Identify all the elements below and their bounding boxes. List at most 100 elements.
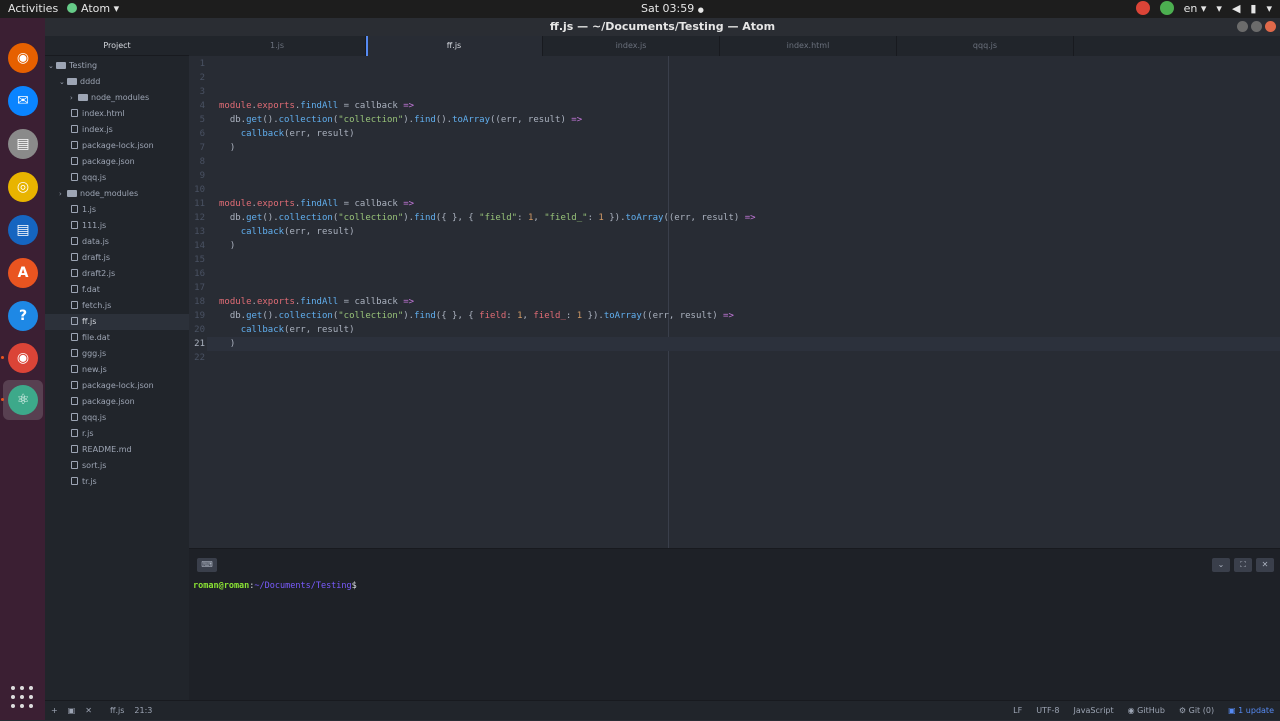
tab-ff-js[interactable]: ff.js bbox=[366, 36, 543, 56]
code-line[interactable]: db.get().collection("collection").find()… bbox=[219, 113, 582, 127]
terminal-close-icon[interactable]: ✕ bbox=[1256, 558, 1274, 572]
dock-item-software-center[interactable]: A bbox=[3, 253, 43, 293]
tree-file[interactable]: index.js bbox=[45, 122, 189, 138]
activities-button[interactable]: Activities bbox=[8, 2, 58, 15]
encoding-selector[interactable]: UTF-8 bbox=[1036, 701, 1059, 721]
tree-file[interactable]: f.dat bbox=[45, 282, 189, 298]
tree-item-label: 111.js bbox=[82, 221, 107, 230]
minimize-window-icon[interactable] bbox=[1237, 21, 1248, 32]
add-icon[interactable]: + bbox=[51, 701, 58, 721]
code-line[interactable]: callback(err, result) bbox=[219, 127, 355, 141]
tree-folder[interactable]: › node_modules bbox=[45, 186, 189, 202]
code-token: collection bbox=[278, 115, 333, 125]
tree-folder[interactable]: › node_modules bbox=[45, 90, 189, 106]
tree-file[interactable]: index.html bbox=[45, 106, 189, 122]
status-cursor-position[interactable]: 21:3 bbox=[134, 701, 152, 721]
tree-file[interactable]: package-lock.json bbox=[45, 378, 189, 394]
dock-item-firefox[interactable]: ◉ bbox=[3, 38, 43, 78]
tree-file[interactable]: ggg.js bbox=[45, 346, 189, 362]
tree-file[interactable]: package.json bbox=[45, 394, 189, 410]
clock[interactable]: Sat 03:59 ● bbox=[641, 2, 704, 15]
chevron-right-icon: › bbox=[70, 94, 73, 102]
volume-icon[interactable]: ◀ bbox=[1232, 2, 1240, 15]
tree-item-label: README.md bbox=[82, 445, 132, 454]
tab-qqq-js[interactable]: qqq.js bbox=[897, 36, 1074, 56]
code-line[interactable]: db.get().collection("collection").find({… bbox=[219, 211, 756, 225]
line-ending-selector[interactable]: LF bbox=[1013, 701, 1022, 721]
tree-file[interactable]: new.js bbox=[45, 362, 189, 378]
tree-file[interactable]: fetch.js bbox=[45, 298, 189, 314]
code-line[interactable]: db.get().collection("collection").find({… bbox=[219, 309, 734, 323]
terminal-icon[interactable]: ⌨ bbox=[197, 558, 217, 572]
tree-folder[interactable]: ⌄ dddd bbox=[45, 74, 189, 90]
code-line[interactable]: ) bbox=[219, 337, 235, 351]
tab-1-js[interactable]: 1.js bbox=[189, 36, 366, 56]
wifi-icon[interactable]: ▾ bbox=[1216, 2, 1222, 15]
tree-file[interactable]: tr.js bbox=[45, 474, 189, 490]
new-terminal-icon[interactable]: ▣ bbox=[68, 701, 76, 721]
updates-button[interactable]: ▣ 1 update bbox=[1228, 701, 1274, 721]
tree-file[interactable]: draft2.js bbox=[45, 266, 189, 282]
check-indicator-icon[interactable] bbox=[1159, 1, 1174, 15]
tree-file[interactable]: r.js bbox=[45, 426, 189, 442]
line-number: 1 bbox=[199, 59, 205, 69]
tab-index-js[interactable]: index.js bbox=[543, 36, 720, 56]
dock-item-files[interactable]: ▤ bbox=[3, 124, 43, 164]
battery-icon[interactable]: ▮ bbox=[1250, 2, 1256, 15]
language-selector[interactable]: en ▾ bbox=[1184, 2, 1207, 15]
tree-file[interactable]: file.dat bbox=[45, 330, 189, 346]
show-applications-icon[interactable] bbox=[11, 686, 33, 708]
window-controls bbox=[1237, 21, 1276, 32]
code-line[interactable]: callback(err, result) bbox=[219, 225, 355, 239]
terminal-hide-icon[interactable]: ⌄ bbox=[1212, 558, 1230, 572]
file-icon bbox=[71, 269, 78, 277]
file-icon bbox=[71, 429, 78, 437]
code-token: exports bbox=[256, 297, 295, 307]
terminal-panel[interactable]: ⌨ ⌄ ⛶ ✕ roman@roman:~/Documents/Testing$ bbox=[189, 548, 1280, 700]
code-line[interactable]: module.exports.findAll = callback => bbox=[219, 197, 414, 211]
tree-file[interactable]: ff.js bbox=[45, 314, 189, 330]
tree-file[interactable]: 1.js bbox=[45, 202, 189, 218]
github-button[interactable]: ◉ GitHub bbox=[1128, 701, 1165, 721]
project-panel-header[interactable]: Project bbox=[45, 36, 189, 56]
power-menu-icon[interactable]: ▾ bbox=[1266, 2, 1272, 15]
dock-item-help[interactable]: ? bbox=[3, 296, 43, 336]
dock-item-thunderbird[interactable]: ✉ bbox=[3, 81, 43, 121]
dock: ◉ ✉ ▤ ◎ ▤ A? ◉ ⚛ bbox=[0, 18, 45, 720]
dock-item-chrome[interactable]: ◉ bbox=[3, 338, 43, 378]
code-line[interactable]: callback(err, result) bbox=[219, 323, 355, 337]
grammar-selector[interactable]: JavaScript bbox=[1074, 701, 1114, 721]
tree-file[interactable]: data.js bbox=[45, 234, 189, 250]
maximize-window-icon[interactable] bbox=[1251, 21, 1262, 32]
tree-folder[interactable]: ⌄ Testing bbox=[45, 58, 189, 74]
dock-item-rhythmbox[interactable]: ◎ bbox=[3, 167, 43, 207]
tree-file[interactable]: sort.js bbox=[45, 458, 189, 474]
code-token: exports bbox=[256, 199, 295, 209]
git-button[interactable]: ⚙ Git (0) bbox=[1179, 701, 1214, 721]
tree-file[interactable]: draft.js bbox=[45, 250, 189, 266]
dock-item-atom[interactable]: ⚛ bbox=[3, 380, 43, 420]
code-line[interactable]: module.exports.findAll = callback => bbox=[219, 295, 414, 309]
status-file-name[interactable]: ff.js bbox=[110, 701, 124, 721]
tree-file[interactable]: qqq.js bbox=[45, 410, 189, 426]
app-menu[interactable]: Atom ▾ bbox=[67, 2, 119, 15]
code-editor[interactable]: 1 2 3 4 module.exports.findAll = callback =>… bbox=[189, 56, 1280, 548]
tab-index-html[interactable]: index.html bbox=[720, 36, 897, 56]
close-window-icon[interactable] bbox=[1265, 21, 1276, 32]
code-line[interactable]: ) bbox=[219, 239, 235, 253]
tree-file[interactable]: package-lock.json bbox=[45, 138, 189, 154]
line-number: 8 bbox=[199, 157, 205, 167]
terminal-maximize-icon[interactable]: ⛶ bbox=[1234, 558, 1252, 572]
tree-file[interactable]: 111.js bbox=[45, 218, 189, 234]
tree-file[interactable]: package.json bbox=[45, 154, 189, 170]
code-token: db. bbox=[219, 311, 247, 321]
dock-item-libreoffice-writer[interactable]: ▤ bbox=[3, 210, 43, 250]
code-line[interactable]: module.exports.findAll = callback => bbox=[219, 99, 414, 113]
code-line[interactable]: ) bbox=[219, 141, 235, 155]
code-token: ). bbox=[403, 213, 415, 223]
chrome-indicator-icon[interactable] bbox=[1135, 1, 1150, 15]
tree-file[interactable]: qqq.js bbox=[45, 170, 189, 186]
code-token: }). bbox=[582, 311, 604, 321]
close-icon[interactable]: ✕ bbox=[85, 701, 92, 721]
tree-file[interactable]: README.md bbox=[45, 442, 189, 458]
